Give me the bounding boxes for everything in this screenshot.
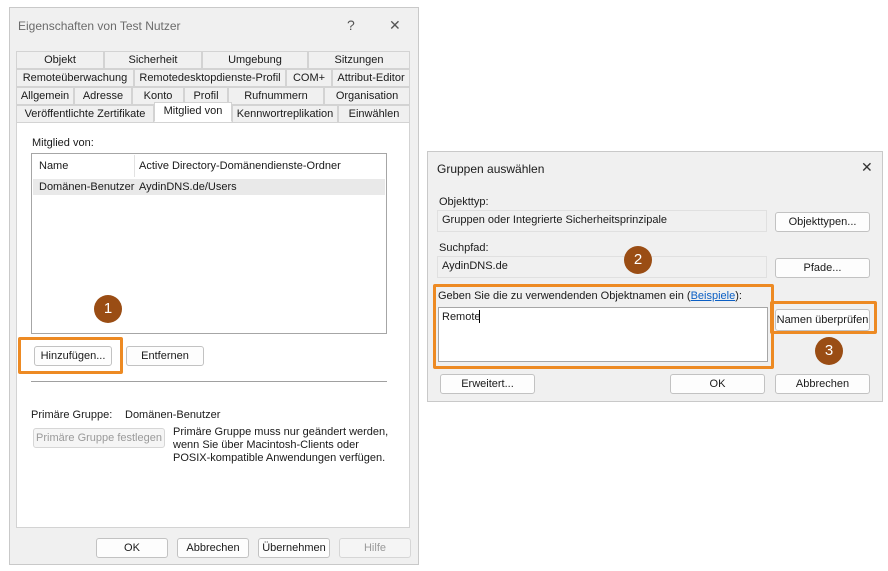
search-path-label: Suchpfad:	[439, 242, 489, 254]
row-name: Domänen-Benutzer	[39, 181, 135, 193]
column-divider	[134, 155, 135, 177]
tab-kennwortreplikation[interactable]: Kennwortreplikation	[232, 105, 338, 123]
primary-group-value: Domänen-Benutzer	[125, 409, 221, 421]
column-header-folder[interactable]: Active Directory-Domänendienste-Ordner	[139, 160, 341, 172]
primary-group-label: Primäre Gruppe:	[31, 409, 113, 421]
tab-com-plus[interactable]: COM+	[286, 69, 332, 87]
step-badge-3: 3	[815, 337, 843, 365]
help-button[interactable]: Hilfe	[339, 538, 411, 558]
tab-remoteueberwachung[interactable]: Remoteüberwachung	[16, 69, 134, 87]
step-badge-1: 1	[94, 295, 122, 323]
object-type-label: Objekttyp:	[439, 196, 489, 208]
tab-objekt[interactable]: Objekt	[16, 51, 104, 69]
tab-sicherheit[interactable]: Sicherheit	[104, 51, 202, 69]
separator	[31, 381, 387, 382]
member-of-label: Mitglied von:	[32, 137, 94, 149]
dialog-title: Eigenschaften von Test Nutzer	[18, 19, 181, 33]
advanced-button[interactable]: Erweitert...	[440, 374, 535, 394]
column-header-name[interactable]: Name	[39, 160, 68, 172]
tab-umgebung[interactable]: Umgebung	[202, 51, 308, 69]
ok-button[interactable]: OK	[96, 538, 168, 558]
select-dialog-title: Gruppen auswählen	[437, 162, 545, 176]
ok-button[interactable]: OK	[670, 374, 765, 394]
object-type-value: Gruppen oder Integrierte Sicherheitsprin…	[442, 214, 668, 226]
tab-einwaehlen[interactable]: Einwählen	[338, 105, 410, 123]
search-path-value: AydinDNS.de	[442, 260, 508, 272]
tab-adresse[interactable]: Adresse	[74, 87, 132, 105]
tab-allgemein[interactable]: Allgemein	[16, 87, 74, 105]
remove-button[interactable]: Entfernen	[126, 346, 204, 366]
object-types-button[interactable]: Objekttypen...	[775, 212, 870, 232]
cancel-button[interactable]: Abbrechen	[775, 374, 870, 394]
step-badge-2: 2	[624, 246, 652, 274]
primary-group-note-3: POSIX-kompatible Anwendungen verfügen.	[173, 452, 386, 464]
tab-remotedesktopdienste-profil[interactable]: Remotedesktopdienste-Profil	[134, 69, 286, 87]
close-icon[interactable]: ✕	[861, 159, 873, 176]
primary-group-note-1: Primäre Gruppe muss nur geändert werden,	[173, 426, 389, 438]
tab-veroeffentlichte-zertifikate[interactable]: Veröffentlichte Zertifikate	[16, 105, 154, 123]
tab-mitglied-von[interactable]: Mitglied von	[154, 102, 232, 122]
paths-button[interactable]: Pfade...	[775, 258, 870, 278]
close-icon[interactable]: ✕	[389, 17, 401, 34]
highlight-add-button	[18, 337, 123, 374]
help-icon[interactable]: ?	[347, 17, 355, 33]
tab-attribut-editor[interactable]: Attribut-Editor	[332, 69, 410, 87]
cancel-button[interactable]: Abbrechen	[177, 538, 249, 558]
tab-rufnummern[interactable]: Rufnummern	[228, 87, 324, 105]
primary-group-note-2: wenn Sie über Macintosh-Clients oder	[173, 439, 359, 451]
properties-dialog: Eigenschaften von Test Nutzer ? ✕ Objekt…	[9, 7, 419, 565]
set-primary-group-button[interactable]: Primäre Gruppe festlegen	[33, 428, 165, 448]
highlight-check-names	[770, 301, 877, 334]
highlight-object-names	[433, 284, 774, 369]
apply-button[interactable]: Übernehmen	[258, 538, 330, 558]
row-folder: AydinDNS.de/Users	[139, 181, 237, 193]
tab-organisation[interactable]: Organisation	[324, 87, 410, 105]
tab-sitzungen[interactable]: Sitzungen	[308, 51, 410, 69]
